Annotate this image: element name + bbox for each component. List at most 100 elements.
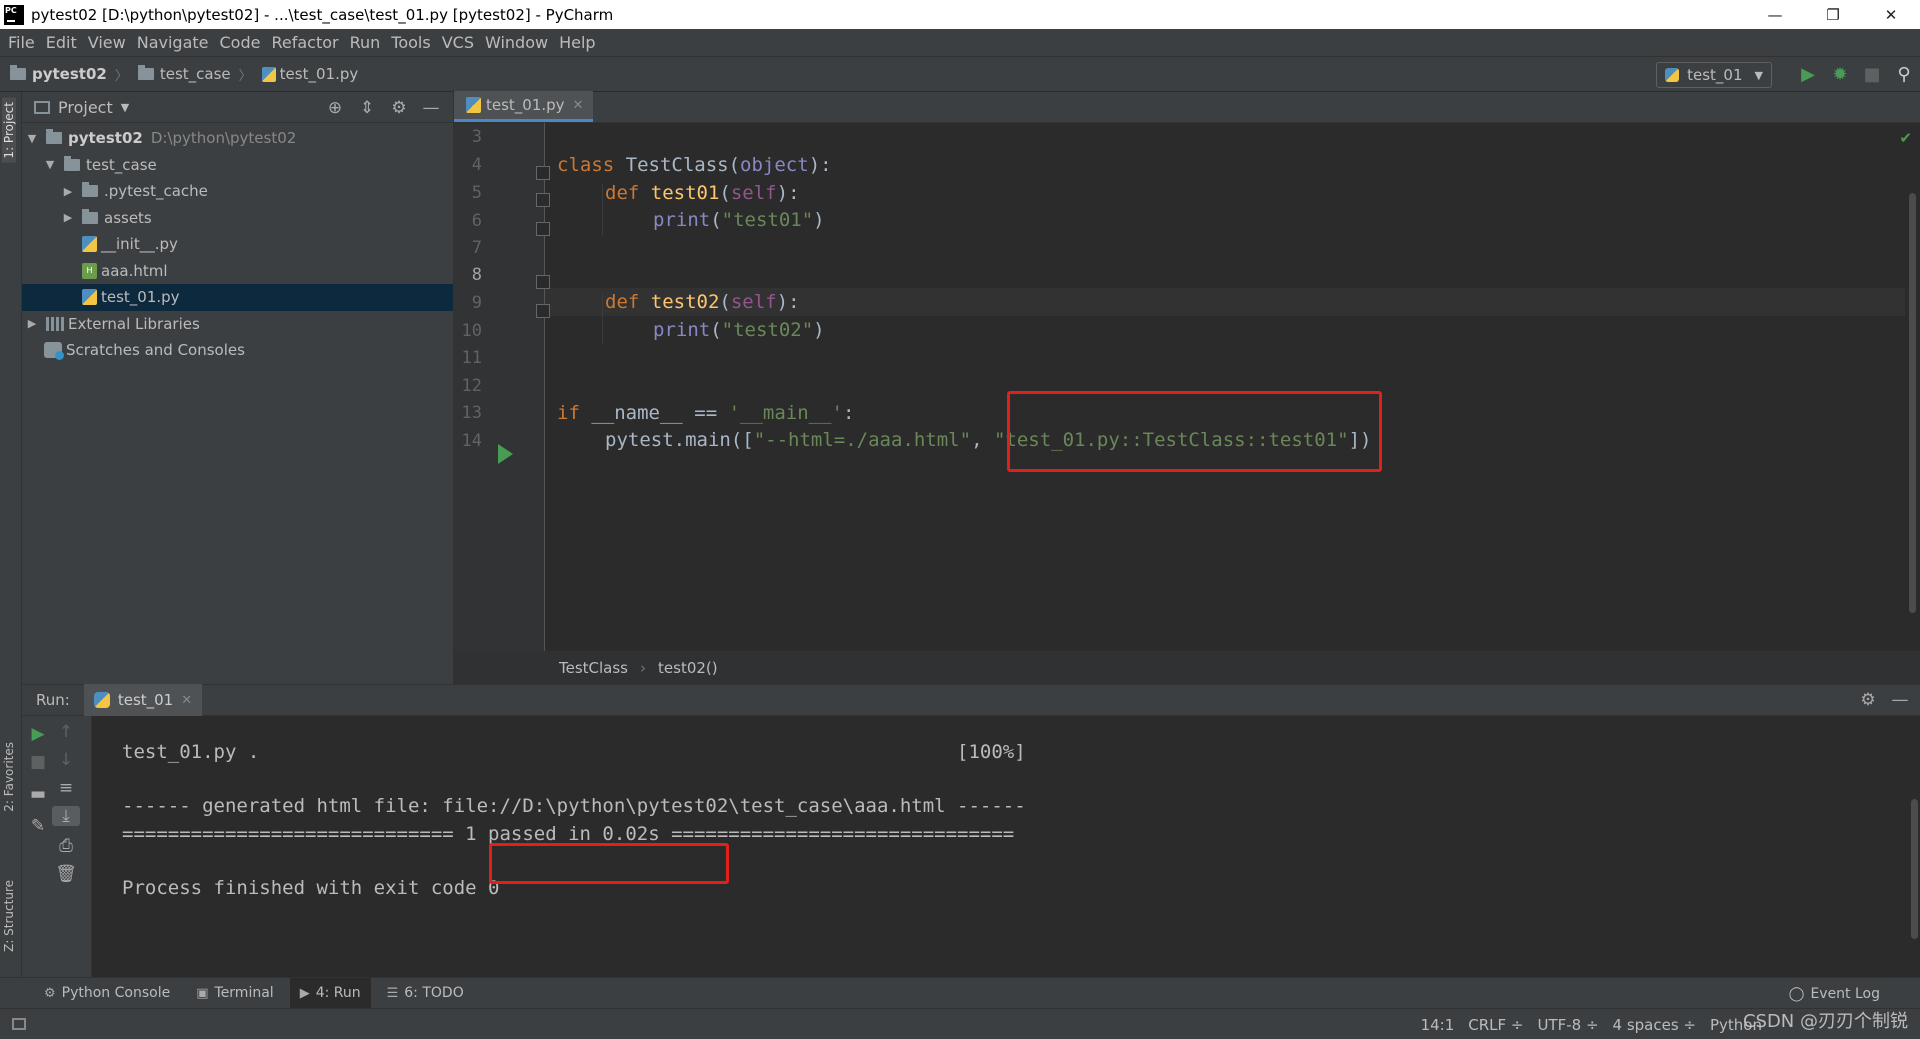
line-number: 6: [471, 211, 482, 231]
file-encoding[interactable]: UTF-8 ÷: [1537, 1016, 1598, 1034]
tab-test-01-py[interactable]: test_01.py ✕: [454, 91, 594, 122]
fold-marker-icon[interactable]: [536, 166, 550, 180]
print-icon[interactable]: ⎙: [52, 836, 80, 856]
menu-window[interactable]: Window: [485, 33, 548, 52]
gear-icon[interactable]: ⚙: [1852, 690, 1884, 710]
line-number: 9: [471, 293, 482, 313]
menu-view[interactable]: View: [88, 33, 126, 52]
console-line: ============================= 1 passed i…: [122, 823, 1015, 845]
nav-crumb-folder[interactable]: test_case 〉: [137, 65, 252, 84]
target-icon[interactable]: ⊕: [319, 98, 351, 118]
console-scrollbar[interactable]: [1911, 799, 1918, 939]
up-arrow-icon[interactable]: ↑: [52, 722, 80, 742]
python-console-button[interactable]: ⚙ Python Console: [34, 978, 180, 1009]
scroll-to-end-icon[interactable]: ⤓: [52, 806, 80, 826]
collapsed-arrow-icon[interactable]: ▶: [60, 211, 76, 224]
collapsed-arrow-icon[interactable]: ▶: [60, 185, 76, 198]
tree-node-test-case[interactable]: ▼ test_case: [22, 152, 453, 179]
code-line-4: class TestClass(object):: [557, 154, 832, 176]
breadcrumb-method[interactable]: test02(): [658, 659, 718, 677]
line-number: 4: [471, 155, 482, 175]
console-line: ------ generated html file: file://D:\py…: [122, 795, 1026, 817]
watermark: CSDN @刃刃个制锐: [1742, 1011, 1908, 1032]
line-separator[interactable]: CRLF ÷: [1468, 1016, 1523, 1034]
caret-position[interactable]: 14:1: [1421, 1016, 1455, 1034]
project-tool-tab[interactable]: 1: Project: [2, 98, 16, 163]
close-icon[interactable]: ✕: [181, 693, 192, 708]
gear-icon[interactable]: ⚙: [383, 98, 415, 118]
html-file-icon: H: [82, 262, 97, 279]
collapse-icon[interactable]: ⇕: [351, 98, 383, 118]
checkmark-icon: ✔: [1899, 129, 1912, 147]
minimize-icon[interactable]: —: [415, 98, 447, 118]
tree-node-aaa-html[interactable]: H aaa.html: [22, 258, 453, 285]
code-area[interactable]: 3 4 5 6 7 8 9 10 11 12 13 14 class TestC…: [454, 123, 1920, 651]
structure-tool-tab[interactable]: Z: Structure: [2, 880, 16, 952]
run-configuration-select[interactable]: test_01 ▼: [1656, 62, 1772, 88]
menu-file[interactable]: File: [8, 33, 35, 52]
layout-icon[interactable]: ▬: [24, 784, 52, 804]
nav-crumb-file[interactable]: test_01.py: [261, 65, 358, 83]
tree-node-pytest02[interactable]: ▼ pytest02 D:\python\pytest02: [22, 125, 453, 152]
fold-marker-icon[interactable]: [536, 275, 550, 289]
project-icon: [34, 100, 50, 114]
fold-marker-icon[interactable]: [536, 222, 550, 236]
code-line-9: print("test02"): [653, 319, 825, 341]
editor-scrollbar[interactable]: [1909, 193, 1916, 613]
tree-node-pytest-cache[interactable]: ▶ .pytest_cache: [22, 178, 453, 205]
stop-icon[interactable]: ■: [1856, 64, 1888, 85]
favorites-tool-tab[interactable]: 2: Favorites: [2, 742, 16, 812]
fold-marker-icon[interactable]: [536, 304, 550, 318]
close-icon[interactable]: ✕: [573, 98, 584, 113]
tree-node-assets[interactable]: ▶ assets: [22, 205, 453, 232]
debug-icon[interactable]: ✹: [1824, 64, 1856, 85]
line-number: 5: [471, 183, 482, 203]
terminal-button[interactable]: ▣ Terminal: [186, 978, 283, 1009]
event-log-button[interactable]: ◯ Event Log: [1789, 978, 1880, 1009]
menu-refactor[interactable]: Refactor: [271, 33, 338, 52]
trash-icon[interactable]: 🗑: [52, 864, 80, 884]
tree-node-test-01-py[interactable]: test_01.py: [22, 284, 453, 311]
chevron-down-icon: ▼: [1754, 68, 1763, 82]
nav-crumb-project[interactable]: pytest02 〉: [10, 65, 128, 84]
run-tool-button[interactable]: ▶ 4: Run: [289, 977, 371, 1009]
menu-run[interactable]: Run: [350, 33, 381, 52]
run-icon[interactable]: ▶: [1792, 64, 1824, 85]
menu-tools[interactable]: Tools: [391, 33, 430, 52]
pin-icon[interactable]: ✎: [24, 816, 52, 836]
breadcrumb-class[interactable]: TestClass: [559, 659, 628, 677]
menu-code[interactable]: Code: [220, 33, 261, 52]
expand-arrow-icon[interactable]: ▼: [24, 132, 40, 145]
search-icon[interactable]: ⚲: [1888, 64, 1920, 85]
stop-icon[interactable]: ■: [24, 752, 52, 772]
tree-node-external-libraries[interactable]: ▶ External Libraries: [22, 311, 453, 338]
expand-arrow-icon[interactable]: ▼: [42, 158, 58, 171]
restore-button[interactable]: ❐: [1804, 0, 1862, 29]
soft-wrap-icon[interactable]: ≡: [52, 778, 80, 798]
indent-setting[interactable]: 4 spaces ÷: [1613, 1016, 1696, 1034]
minimize-icon[interactable]: —: [1884, 690, 1916, 710]
down-arrow-icon[interactable]: ↓: [52, 750, 80, 770]
menu-navigate[interactable]: Navigate: [137, 33, 209, 52]
tree-node-scratches[interactable]: Scratches and Consoles: [22, 337, 453, 364]
collapsed-arrow-icon[interactable]: ▶: [24, 317, 40, 330]
run-icon: ▶: [299, 985, 310, 1001]
run-tab-test-01[interactable]: test_01 ✕: [83, 684, 203, 716]
editor-panel: test_01.py ✕ 3 4 5 6 7 8 9 10 11 12 13 1…: [454, 91, 1920, 684]
run-gutter-icon[interactable]: [498, 444, 513, 464]
editor-breadcrumb: TestClass › test02(): [454, 651, 1920, 684]
annotation-highlight-box: [489, 843, 729, 884]
project-panel-title[interactable]: Project: [58, 98, 113, 117]
fold-marker-icon[interactable]: [536, 193, 550, 207]
menu-edit[interactable]: Edit: [46, 33, 77, 52]
tool-windows-toggle-icon[interactable]: [12, 1018, 26, 1030]
close-button[interactable]: ✕: [1862, 0, 1920, 29]
rerun-icon[interactable]: ▶: [24, 724, 52, 744]
chevron-down-icon[interactable]: ▼: [121, 101, 129, 114]
menu-vcs[interactable]: VCS: [442, 33, 474, 52]
folder-icon: [46, 129, 62, 145]
tree-node-init-py[interactable]: __init__.py: [22, 231, 453, 258]
todo-button[interactable]: ☰ 6: TODO: [377, 978, 474, 1009]
minimize-button[interactable]: —: [1746, 0, 1804, 29]
menu-help[interactable]: Help: [559, 33, 595, 52]
